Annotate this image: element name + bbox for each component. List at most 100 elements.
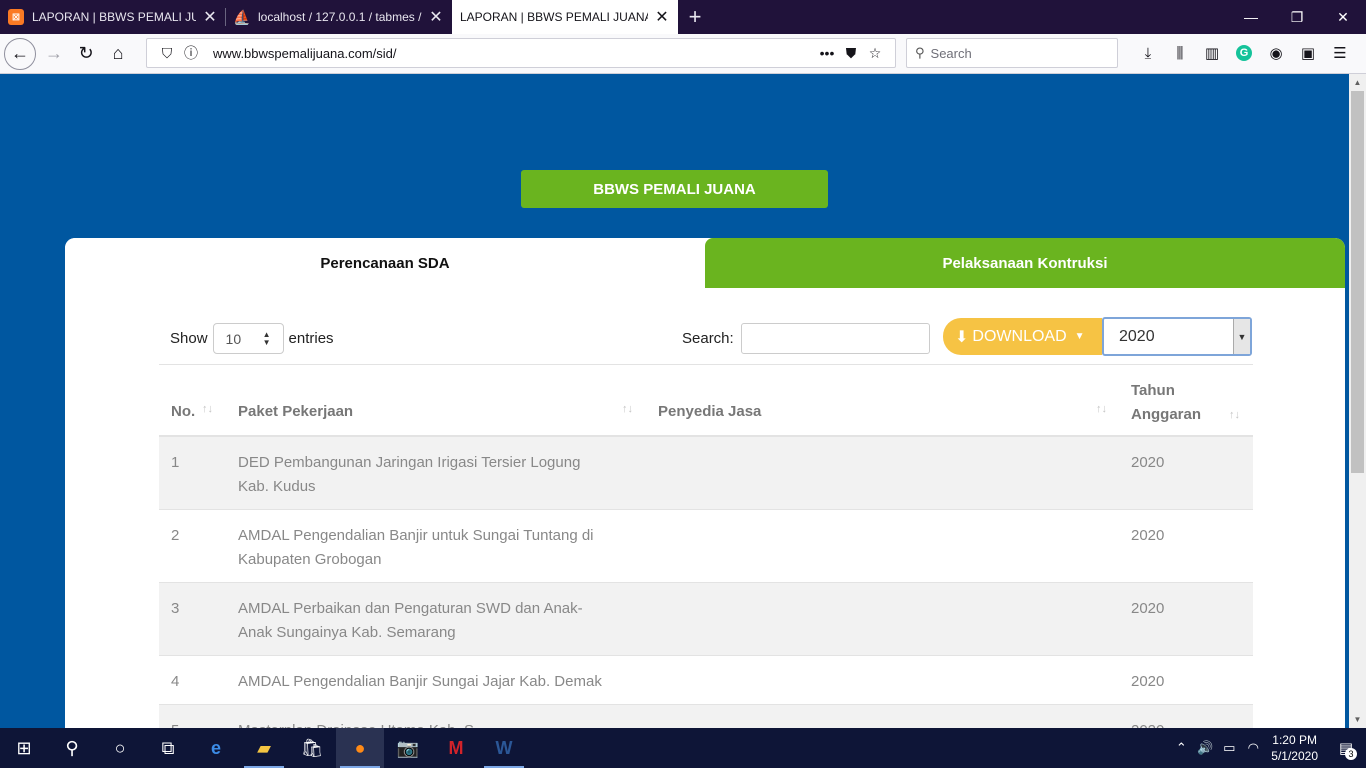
home-button[interactable]: ⌂ [102,38,134,70]
screenshot-icon[interactable]: ▣ [1292,38,1324,68]
cell-no: 2 [171,527,180,544]
browser-tab-title: localhost / 127.0.0.1 / tabmes / [258,10,422,24]
browser-tab-1[interactable]: ⊠ LAPORAN | BBWS PEMALI JUANA ✕ [0,0,226,34]
taskbar: ⊞ ⚲ ○ ⧉ e ▰ 🛍 ● 📷 M W ⌃ 🔊 ▭ ◠ 1:20 PM 5/… [0,728,1366,768]
menu-icon[interactable]: ☰ [1324,38,1356,68]
task-view-icon[interactable]: ⧉ [144,728,192,768]
col-penyedia-jasa[interactable]: Penyedia Jasa ↑↓ [658,403,1114,420]
table-header: No. ↑↓ Paket Pekerjaan ↑↓ Penyedia Jasa … [159,364,1253,437]
url-bar[interactable]: ⛉ ⓘ www.bbwspemalijuana.com/sid/ ••• ⛊ ☆ [146,38,896,68]
camera-icon[interactable]: 📷 [384,728,432,768]
sort-icon: ↑↓ [1096,403,1107,415]
year-select[interactable]: 2020 ▼ [1102,317,1252,356]
caret-down-icon: ▼ [1074,331,1085,342]
window-close-icon[interactable]: ✕ [1320,0,1366,34]
shield-icon[interactable]: ⛉ [155,45,179,62]
close-tab-icon[interactable]: ✕ [654,7,670,27]
close-tab-icon[interactable]: ✕ [202,7,218,27]
browser-tab-2[interactable]: ⛵ localhost / 127.0.0.1 / tabmes / ✕ [226,0,452,34]
data-table: No. ↑↓ Paket Pekerjaan ↑↓ Penyedia Jasa … [159,364,1253,738]
table-search-input[interactable] [740,323,930,354]
cell-no: 4 [171,673,180,690]
tab-pelaksanaan-kontruksi[interactable]: Pelaksanaan Kontruksi [705,238,1345,288]
content-card: Perencanaan SDA Pelaksanaan Kontruksi Sh… [65,238,1345,738]
clock-time: 1:20 PM [1272,733,1317,747]
search-icon[interactable]: ⚲ [48,728,96,768]
cell-tahun: 2020 [1131,527,1165,544]
cell-tahun: 2020 [1131,454,1165,471]
wifi-icon[interactable]: ◠ [1241,740,1265,756]
table-row[interactable]: 1 DED Pembangunan Jaringan Irigasi Tersi… [159,437,1253,510]
pocket-icon[interactable]: ⛊ [839,45,863,62]
browser-search-input[interactable]: ⚲ Search [906,38,1118,68]
cell-no: 1 [171,454,180,471]
xampp-icon: ⊠ [8,9,24,25]
back-button[interactable]: ← [4,37,36,70]
entries-label: entries [288,330,334,347]
brand-button[interactable]: BBWS PEMALI JUANA [521,170,828,208]
download-label: DOWNLOAD [972,327,1067,345]
tab-perencanaan-sda[interactable]: Perencanaan SDA [65,238,705,288]
col-no[interactable]: No. ↑↓ [171,403,213,420]
cell-paket: AMDAL Perbaikan dan Pengaturan SWD dan A… [238,600,583,641]
chevron-up-icon[interactable]: ⌃ [1169,740,1193,756]
store-icon[interactable]: 🛍 [288,728,336,768]
grammarly-icon[interactable]: G [1236,45,1252,61]
table-row[interactable]: 2 AMDAL Pengendalian Banjir untuk Sungai… [159,510,1253,583]
sidebar-icon[interactable]: ▥ [1196,38,1228,68]
url-text[interactable]: www.bbwspemalijuana.com/sid/ [213,46,815,61]
cell-no: 3 [171,600,180,617]
clock[interactable]: 1:20 PM 5/1/2020 [1271,732,1318,764]
account-icon[interactable]: ◉ [1260,38,1292,68]
sort-icon: ↑↓ [1229,409,1240,421]
download-icon: ⬇ [955,328,969,346]
word-icon[interactable]: W [480,728,528,768]
forward-button[interactable]: → [38,38,70,70]
sort-icon: ↑↓ [202,403,213,415]
browser-nav-bar: ← → ↻ ⌂ ⛉ ⓘ www.bbwspemalijuana.com/sid/… [0,34,1366,74]
cell-tahun: 2020 [1131,673,1165,690]
entries-select[interactable]: 10 ▲ ▼ [212,323,284,354]
table-row[interactable]: 3 AMDAL Perbaikan dan Pengaturan SWD dan… [159,583,1253,656]
browser-tab-title: LAPORAN | BBWS PEMALI JUANA [460,10,648,24]
close-tab-icon[interactable]: ✕ [428,7,444,27]
info-icon[interactable]: ⓘ [179,43,203,63]
table-row[interactable]: 4 AMDAL Pengendalian Banjir Sungai Jajar… [159,656,1253,705]
notification-badge: 3 [1345,748,1357,760]
browser-tab-title: LAPORAN | BBWS PEMALI JUANA [32,10,196,24]
page-actions-icon[interactable]: ••• [815,45,839,61]
browser-tab-3[interactable]: LAPORAN | BBWS PEMALI JUANA ✕ [452,0,678,34]
col-tahun-anggaran[interactable]: Tahun Anggaran ↑↓ [1131,379,1253,427]
scroll-up-icon[interactable]: ▲ [1349,74,1366,91]
scroll-down-icon[interactable]: ▼ [1349,711,1366,728]
mendeley-icon[interactable]: M [432,728,480,768]
search-placeholder: Search [930,45,972,61]
cell-paket: DED Pembangunan Jaringan Irigasi Tersier… [238,454,581,495]
cortana-icon[interactable]: ○ [96,728,144,768]
restore-icon[interactable]: ❐ [1274,0,1320,34]
volume-icon[interactable]: 🔊 [1193,740,1217,756]
reload-button[interactable]: ↻ [70,38,102,70]
download-arrow-icon[interactable]: ⤓ [1132,38,1164,68]
download-button[interactable]: ⬇ DOWNLOAD ▼ [943,318,1102,355]
cell-paket: AMDAL Pengendalian Banjir Sungai Jajar K… [238,673,602,690]
action-center-icon[interactable]: ▤ 3 [1326,728,1366,768]
battery-icon[interactable]: ▭ [1217,740,1241,756]
cell-tahun: 2020 [1131,600,1165,617]
windows-start-icon[interactable]: ⊞ [0,728,48,768]
year-value: 2020 [1119,327,1155,345]
chevron-down-icon[interactable]: ▼ [1233,319,1250,354]
browser-tab-strip: ⊠ LAPORAN | BBWS PEMALI JUANA ✕ ⛵ localh… [0,0,1366,34]
library-icon[interactable]: ⫼ [1164,38,1196,68]
stepper-arrows-icon: ▲ ▼ [262,329,271,347]
file-explorer-icon[interactable]: ▰ [240,728,288,768]
table-controls: Show 10 ▲ ▼ entries Search: ⬇ DOWNLOAD ▼ … [170,317,1253,357]
minimize-icon[interactable]: — [1228,0,1274,34]
page-scrollbar[interactable]: ▲ ▼ [1349,74,1366,728]
firefox-icon[interactable]: ● [336,728,384,768]
col-paket-pekerjaan[interactable]: Paket Pekerjaan ↑↓ [238,403,638,420]
bookmark-star-icon[interactable]: ☆ [863,45,887,62]
edge-icon[interactable]: e [192,728,240,768]
scrollbar-thumb[interactable] [1351,91,1364,473]
new-tab-button[interactable]: + [678,0,712,34]
